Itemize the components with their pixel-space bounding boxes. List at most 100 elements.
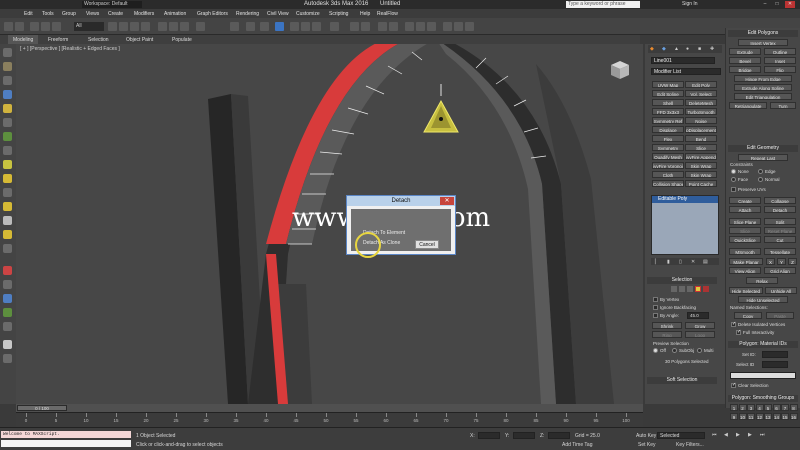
helper-icon[interactable] bbox=[3, 132, 12, 141]
grow-button[interactable]: Grow bbox=[685, 322, 715, 329]
list-icon[interactable] bbox=[3, 76, 12, 85]
spinner-snap-icon[interactable] bbox=[312, 22, 321, 31]
close-icon[interactable]: ✕ bbox=[785, 1, 795, 8]
repeat-last-button[interactable]: Repeat Last bbox=[738, 154, 788, 161]
viewport-label[interactable]: [ + ] [Perspective ] [Realistic + Edged … bbox=[20, 46, 120, 52]
rectangular-region-icon[interactable] bbox=[130, 22, 139, 31]
pin-stack-icon[interactable]: ▏ bbox=[655, 259, 659, 265]
modifier-button[interactable]: Bend bbox=[685, 135, 717, 142]
align-icon[interactable] bbox=[361, 22, 370, 31]
inset-button[interactable]: Inset bbox=[764, 57, 796, 64]
set-id-spinner[interactable] bbox=[762, 351, 788, 358]
menu-tools[interactable]: Tools bbox=[42, 11, 54, 17]
select-by-name-icon[interactable] bbox=[119, 22, 128, 31]
modifier-list-dropdown[interactable]: Modifier List bbox=[651, 68, 721, 75]
redo-icon[interactable] bbox=[15, 22, 24, 31]
extrude-button[interactable]: Extrude bbox=[729, 48, 761, 55]
full-interactivity-checkbox[interactable] bbox=[736, 329, 741, 335]
reset-plane-button[interactable]: Reset Plane bbox=[764, 227, 796, 234]
modifier-button[interactable]: Shell bbox=[652, 99, 684, 106]
ignore-backfacing-checkbox[interactable] bbox=[653, 305, 658, 310]
extrude-along-spline-button[interactable]: Extrude Along Spline bbox=[734, 84, 792, 91]
ring-button[interactable]: Ring bbox=[652, 331, 682, 338]
remove-modifier-icon[interactable]: ✕ bbox=[691, 259, 695, 265]
modifier-button[interactable]: Symmetry bbox=[652, 144, 684, 151]
time-slider-track[interactable] bbox=[16, 404, 643, 412]
bind-spacewarp-icon[interactable] bbox=[52, 22, 61, 31]
cone-icon[interactable] bbox=[3, 216, 12, 225]
unhide-all-button[interactable]: Unhide All bbox=[765, 287, 797, 294]
split-button[interactable]: Split bbox=[764, 218, 796, 225]
smoothing-groups-title[interactable]: Polygon: Smoothing Groups bbox=[728, 395, 798, 402]
modifier-button[interactable]: ivyFire Voronoi bbox=[652, 162, 684, 169]
edit-polygons-title[interactable]: Edit Polygons bbox=[728, 30, 798, 37]
bulb-icon[interactable] bbox=[3, 202, 12, 211]
object-name-field[interactable]: Line001 bbox=[651, 57, 715, 64]
modifier-button[interactable]: Edit Spline bbox=[652, 90, 684, 97]
smoothing-group-button[interactable]: 9 bbox=[730, 413, 738, 420]
constraint-normal-radio[interactable] bbox=[758, 177, 763, 182]
display-tab-icon[interactable]: ■ bbox=[698, 46, 701, 52]
edit-triangulation-button[interactable]: Edit Triangulation bbox=[734, 93, 792, 100]
bone-icon[interactable] bbox=[3, 266, 12, 275]
angle-snap-icon[interactable] bbox=[290, 22, 299, 31]
slice-button[interactable]: Slice bbox=[729, 227, 761, 234]
pivot-center-icon[interactable] bbox=[230, 22, 239, 31]
rotate-icon[interactable] bbox=[169, 22, 178, 31]
modifier-button[interactable]: Displace bbox=[652, 126, 684, 133]
soft-selection-rollout-title[interactable]: Soft Selection bbox=[647, 377, 717, 384]
menu-scripting[interactable]: Scripting bbox=[329, 11, 348, 17]
collapse-button[interactable]: Collapse bbox=[764, 197, 796, 204]
modifier-stack[interactable]: Editable Poly bbox=[651, 195, 719, 255]
menu-rendering[interactable]: Rendering bbox=[236, 11, 259, 17]
viewcube-icon[interactable] bbox=[608, 58, 632, 82]
curve-editor-icon[interactable] bbox=[405, 22, 414, 31]
selection-rollout-title[interactable]: Selection bbox=[647, 277, 717, 284]
smoothing-group-button[interactable]: 15 bbox=[781, 413, 789, 420]
constraint-face-radio[interactable] bbox=[731, 177, 736, 182]
link-icon[interactable] bbox=[30, 22, 39, 31]
msmooth-button[interactable]: MSmooth bbox=[729, 248, 761, 255]
smoothing-group-button[interactable]: 2 bbox=[738, 404, 747, 411]
utilities-tab-icon[interactable]: ✚ bbox=[710, 46, 714, 52]
modifier-button[interactable]: TurboSmooth bbox=[685, 108, 717, 115]
filter-icon[interactable] bbox=[3, 322, 12, 331]
explorer-icon[interactable] bbox=[3, 62, 12, 71]
smoothing-group-button[interactable]: 14 bbox=[772, 413, 781, 420]
modifier-button[interactable]: ivyFire Append bbox=[685, 153, 717, 160]
view-align-button[interactable]: View Align bbox=[729, 267, 761, 274]
cut-button[interactable]: Cut bbox=[764, 236, 796, 243]
hide-unselected-button[interactable]: Hide Unselected bbox=[738, 296, 788, 303]
snap-toggle-icon[interactable] bbox=[275, 22, 284, 31]
configure-sets-icon[interactable]: ▤ bbox=[703, 259, 708, 265]
menu-graph-editors[interactable]: Graph Editors bbox=[197, 11, 228, 17]
constraint-edge-radio[interactable] bbox=[758, 169, 763, 174]
insert-vertex-button[interactable]: Insert Vertex bbox=[738, 39, 788, 46]
menu-civil-view[interactable]: Civil View bbox=[267, 11, 289, 17]
tab-populate[interactable]: Populate bbox=[172, 37, 192, 43]
outline-button[interactable]: Outline bbox=[764, 48, 796, 55]
sign-in-link[interactable]: Sign In bbox=[682, 1, 698, 7]
smoothing-group-button[interactable]: 1 bbox=[730, 404, 738, 411]
move-icon[interactable] bbox=[158, 22, 167, 31]
play-icon[interactable]: ▶ bbox=[736, 432, 740, 438]
tessellate-button[interactable]: Tessellate bbox=[764, 248, 796, 255]
maximize-icon[interactable]: □ bbox=[772, 1, 782, 8]
hide-selected-button[interactable]: Hide Selected bbox=[729, 287, 763, 294]
set-key-button[interactable]: Set Key bbox=[638, 442, 656, 448]
attach-button[interactable]: Attach bbox=[729, 206, 761, 213]
go-to-start-icon[interactable]: ⏮ bbox=[712, 432, 717, 438]
modifier-button[interactable]: Slice bbox=[685, 144, 717, 151]
constraint-none-radio[interactable] bbox=[731, 169, 736, 174]
turn-button[interactable]: Turn bbox=[770, 102, 796, 109]
preserve-uvs-checkbox[interactable] bbox=[731, 187, 736, 192]
edge-mode-icon[interactable] bbox=[679, 286, 685, 292]
loop-button[interactable]: Loop bbox=[685, 331, 715, 338]
cancel-button[interactable]: Cancel bbox=[415, 240, 439, 249]
smoothing-group-button[interactable]: 10 bbox=[738, 413, 747, 420]
sun-icon[interactable] bbox=[3, 230, 12, 239]
grid-icon[interactable] bbox=[3, 118, 12, 127]
material-name-dropdown[interactable] bbox=[730, 372, 796, 379]
percent-snap-icon[interactable] bbox=[301, 22, 310, 31]
scale-icon[interactable] bbox=[180, 22, 189, 31]
